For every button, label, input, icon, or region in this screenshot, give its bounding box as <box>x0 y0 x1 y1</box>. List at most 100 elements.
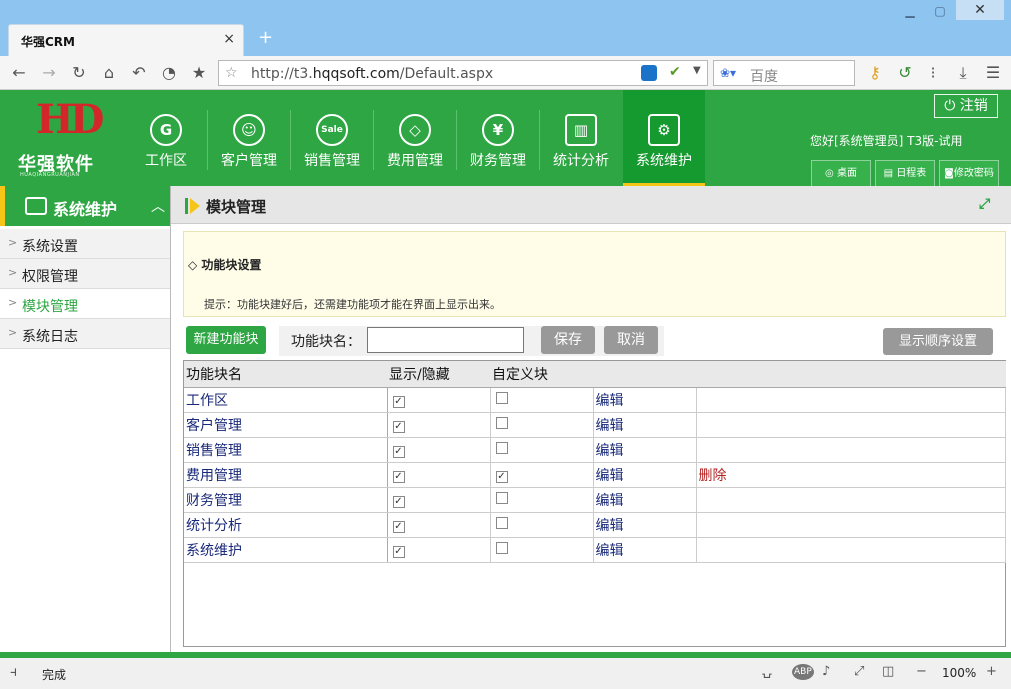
sidebar-item-label: 权限管理 <box>22 269 78 285</box>
hamburger-menu-icon[interactable]: ☰ <box>982 62 1004 84</box>
table-row: 系统维护 ✓ 编辑 <box>184 537 1006 563</box>
edit-link[interactable]: 编辑 <box>596 543 624 559</box>
custom-checkbox[interactable] <box>495 516 508 529</box>
page-mode-icon[interactable] <box>641 65 657 81</box>
menu-pin-icon[interactable]: ⁝ <box>922 62 944 84</box>
chevron-right-icon: > <box>8 296 18 309</box>
module-system[interactable]: ⚙ 系统维护 <box>623 90 705 186</box>
module-finance[interactable]: ¥ 财务管理 <box>457 90 539 186</box>
change-password-button[interactable]: ◙修改密码 <box>939 160 999 186</box>
pulse-icon[interactable]: ⍽ <box>762 664 772 679</box>
edit-cell: 编辑 <box>593 412 697 438</box>
browser-tab[interactable]: 华强CRM × <box>8 24 244 56</box>
module-expense[interactable]: ◇ 费用管理 <box>374 90 456 186</box>
visible-checkbox[interactable]: ✓ <box>392 545 405 558</box>
sidebar-item-permissions[interactable]: > 权限管理 <box>0 259 170 289</box>
main-content: 模块管理 ⤢ ◇ 功能块设置 提示：功能块建好后，还需建功能项才能在界面上显示出… <box>171 186 1011 652</box>
split-view-icon[interactable]: ◫ <box>882 664 894 679</box>
sidebar-header[interactable]: 系统维护 ︿ <box>0 186 170 226</box>
fullscreen-toggle-icon[interactable]: ⤢ <box>854 664 864 679</box>
download-icon[interactable]: ⤓ <box>952 62 974 84</box>
fullscreen-icon[interactable]: ⤢ <box>979 196 990 212</box>
new-tab-icon[interactable]: + <box>258 27 273 48</box>
content-header: 模块管理 ⤢ <box>171 186 1011 224</box>
cancel-button[interactable]: 取消 <box>604 326 658 354</box>
edit-cell: 编辑 <box>593 512 697 538</box>
module-workspace[interactable]: G 工作区 <box>125 90 207 186</box>
edit-link[interactable]: 编辑 <box>596 443 624 459</box>
edit-link[interactable]: 编辑 <box>596 418 624 434</box>
custom-checkbox[interactable] <box>495 541 508 554</box>
sidebar-item-modules[interactable]: > 模块管理 <box>0 289 170 319</box>
address-bar[interactable]: ☆ http://t3.hqqsoft.com/Default.aspx ✔ ▼ <box>218 60 708 86</box>
logo: HD 华强软件 HUAQIANGRUANJIAN <box>18 96 118 180</box>
visible-cell: ✓ <box>387 537 491 563</box>
edit-link[interactable]: 编辑 <box>596 468 624 484</box>
refresh-search-icon[interactable]: ↺ <box>894 62 916 84</box>
maximize-icon[interactable]: ▢ <box>926 4 954 20</box>
chevron-down-icon[interactable]: ▼ <box>693 65 701 76</box>
visible-checkbox[interactable]: ✓ <box>392 495 405 508</box>
undo-icon[interactable]: ↶ <box>128 62 150 84</box>
custom-checkbox[interactable] <box>495 416 508 429</box>
back-icon[interactable]: ← <box>8 62 30 84</box>
edit-link[interactable]: 编辑 <box>596 518 624 534</box>
custom-checkbox[interactable]: ✓ <box>495 470 508 483</box>
palette-icon: ◎ <box>825 168 837 179</box>
customer-icon: ☺ <box>233 114 265 146</box>
module-sales[interactable]: Sale 销售管理 <box>291 90 373 186</box>
save-button[interactable]: 保存 <box>541 326 595 354</box>
sidebar-item-system-settings[interactable]: > 系统设置 <box>0 229 170 259</box>
key-icon[interactable]: ⚷ <box>864 62 886 84</box>
visible-checkbox[interactable]: ✓ <box>392 470 405 483</box>
visible-checkbox[interactable]: ✓ <box>392 445 405 458</box>
title-marker <box>185 198 188 214</box>
adblock-icon[interactable]: ABP <box>792 664 814 680</box>
chevron-up-icon[interactable]: ︿ <box>151 196 165 216</box>
volume-icon[interactable]: ♪ <box>822 664 830 679</box>
reload-icon[interactable]: ↻ <box>68 62 90 84</box>
forward-icon[interactable]: → <box>38 62 60 84</box>
visible-cell: ✓ <box>387 512 491 538</box>
user-greeting: 您好[系统管理员] T3版-试用 <box>810 134 963 148</box>
zoom-out-icon[interactable]: − <box>916 664 927 679</box>
sidebar-item-system-log[interactable]: > 系统日志 <box>0 319 170 349</box>
visible-checkbox[interactable]: ✓ <box>392 395 405 408</box>
search-box[interactable]: ❀▾ 百度 <box>713 60 855 86</box>
favorite-star-icon[interactable]: ☆ <box>225 65 238 81</box>
custom-checkbox[interactable] <box>495 441 508 454</box>
paw-icon[interactable]: ❀▾ <box>720 66 736 80</box>
custom-checkbox[interactable] <box>495 491 508 504</box>
bookmark-star-icon[interactable]: ★ <box>188 62 210 84</box>
page-title: 模块管理 <box>206 198 267 216</box>
table-row: 销售管理 ✓ 编辑 <box>184 437 1006 463</box>
window-close-icon[interactable]: ✕ <box>956 0 1004 20</box>
desktop-button[interactable]: ◎ 桌面 <box>811 160 871 186</box>
block-name-input[interactable] <box>367 327 524 353</box>
logout-button[interactable]: ⏻ 注销 <box>934 94 998 118</box>
visible-checkbox[interactable]: ✓ <box>392 520 405 533</box>
home-icon[interactable]: ⌂ <box>98 62 120 84</box>
schedule-button[interactable]: ▤ 日程表 <box>875 160 935 186</box>
module-customer[interactable]: ☺ 客户管理 <box>208 90 290 186</box>
custom-checkbox[interactable] <box>495 391 508 404</box>
edit-cell: 编辑 <box>593 537 697 563</box>
table-row: 统计分析 ✓ 编辑 <box>184 512 1006 538</box>
edit-link[interactable]: 编辑 <box>596 393 624 409</box>
zoom-in-icon[interactable]: + <box>986 664 997 679</box>
display-order-button[interactable]: 显示顺序设置 <box>883 328 993 355</box>
module-statistics[interactable]: ▥ 统计分析 <box>540 90 622 186</box>
visible-checkbox[interactable]: ✓ <box>392 420 405 433</box>
edit-link[interactable]: 编辑 <box>596 493 624 509</box>
status-text: 完成 <box>42 668 67 682</box>
new-block-button[interactable]: 新建功能块 <box>186 326 266 354</box>
monitor-icon <box>25 197 47 215</box>
lock-icon: ◙ <box>944 168 954 179</box>
close-tab-icon[interactable]: × <box>223 31 235 47</box>
column-header-edit <box>593 361 696 388</box>
sidebar-toggle-icon[interactable]: ⫞ <box>10 664 17 680</box>
delete-link[interactable]: 删除 <box>699 468 727 484</box>
speed-mode-icon[interactable]: ✔ <box>669 64 681 80</box>
minimize-icon[interactable]: ▁ <box>896 4 924 20</box>
history-icon[interactable]: ◔ <box>158 62 180 84</box>
